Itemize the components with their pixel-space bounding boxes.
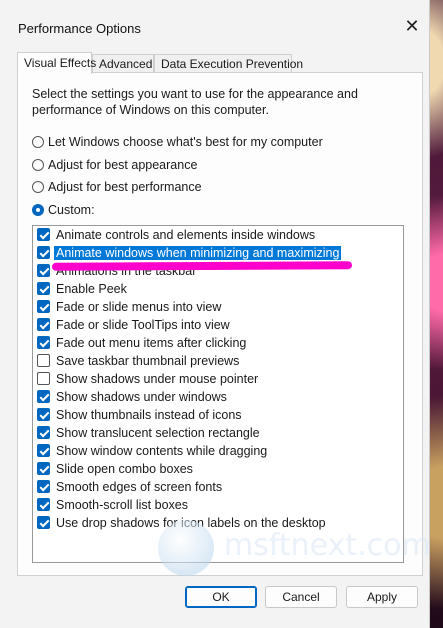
radio-best-performance[interactable]: Adjust for best performance — [32, 178, 202, 196]
radio-button[interactable] — [32, 204, 44, 216]
checkbox[interactable] — [37, 282, 50, 295]
checkbox[interactable] — [37, 318, 50, 331]
description-text: Select the settings you want to use for … — [32, 87, 358, 117]
list-item-label: Show window contents while dragging — [56, 444, 268, 458]
radio-best-appearance[interactable]: Adjust for best appearance — [32, 156, 197, 174]
checkbox[interactable] — [37, 498, 50, 511]
tab-advanced[interactable]: Advanced — [92, 54, 154, 72]
list-item[interactable]: Animate controls and elements inside win… — [37, 226, 315, 244]
tab-visual-effects[interactable]: Visual Effects — [17, 52, 96, 74]
list-item-label: Animate controls and elements inside win… — [56, 228, 316, 242]
radio-button[interactable] — [32, 159, 44, 171]
list-item[interactable]: Smooth-scroll list boxes — [37, 496, 188, 514]
checkbox[interactable] — [37, 480, 50, 493]
list-item[interactable]: Slide open combo boxes — [37, 460, 193, 478]
checkbox[interactable] — [37, 228, 50, 241]
list-item[interactable]: Show translucent selection rectangle — [37, 424, 260, 442]
checkbox[interactable] — [37, 462, 50, 475]
cancel-button[interactable]: Cancel — [265, 586, 337, 608]
radio-button[interactable] — [32, 136, 44, 148]
list-item[interactable]: Show shadows under windows — [37, 388, 227, 406]
list-item[interactable]: Save taskbar thumbnail previews — [37, 352, 239, 370]
list-item-label: Enable Peek — [56, 282, 127, 296]
watermark-logo-icon — [158, 520, 214, 576]
radio-label: Custom: — [48, 203, 95, 217]
window-title: Performance Options — [18, 21, 141, 36]
checkbox[interactable] — [37, 408, 50, 421]
list-item[interactable]: Fade or slide menus into view — [37, 298, 221, 316]
checkbox[interactable] — [37, 390, 50, 403]
list-item-label: Smooth-scroll list boxes — [56, 498, 188, 512]
list-item-label: Smooth edges of screen fonts — [56, 480, 223, 494]
list-item[interactable]: Smooth edges of screen fonts — [37, 478, 222, 496]
checkbox[interactable] — [37, 300, 50, 313]
ok-button[interactable]: OK — [185, 586, 257, 608]
apply-button[interactable]: Apply — [346, 586, 418, 608]
performance-options-dialog: Performance Options ✕ Visual Effects Adv… — [0, 0, 431, 628]
radio-let-windows-choose[interactable]: Let Windows choose what's best for my co… — [32, 133, 323, 151]
checkbox[interactable] — [37, 354, 50, 367]
list-item-label: Animate windows when minimizing and maxi… — [54, 246, 342, 260]
checkbox[interactable] — [37, 426, 50, 439]
list-item[interactable]: Enable Peek — [37, 280, 127, 298]
radio-custom[interactable]: Custom: — [32, 201, 95, 219]
checkbox[interactable] — [37, 372, 50, 385]
list-item[interactable]: Show thumbnails instead of icons — [37, 406, 242, 424]
checkbox[interactable] — [37, 264, 50, 277]
list-item[interactable]: Show shadows under mouse pointer — [37, 370, 258, 388]
watermark-text: msftnext.com — [224, 528, 431, 563]
list-item[interactable]: Fade or slide ToolTips into view — [37, 316, 230, 334]
highlight-marker-stroke — [51, 261, 353, 271]
checkbox[interactable] — [37, 516, 50, 529]
list-item-label: Show thumbnails instead of icons — [56, 408, 242, 422]
list-item-selected[interactable]: Animate windows when minimizing and maxi… — [37, 244, 342, 262]
radio-button[interactable] — [32, 181, 44, 193]
radio-label: Adjust for best appearance — [48, 158, 198, 172]
tab-data-execution-prevention[interactable]: Data Execution Prevention — [154, 54, 303, 72]
list-item-label: Slide open combo boxes — [56, 462, 193, 476]
radio-label: Adjust for best performance — [48, 180, 202, 194]
list-item[interactable]: Show window contents while dragging — [37, 442, 267, 460]
list-item-label: Fade or slide ToolTips into view — [56, 318, 230, 332]
list-item[interactable]: Fade out menu items after clicking — [37, 334, 246, 352]
checkbox[interactable] — [37, 444, 50, 457]
visual-effects-list[interactable]: Animate controls and elements inside win… — [32, 225, 404, 563]
close-icon[interactable]: ✕ — [398, 14, 426, 38]
list-item-label: Fade or slide menus into view — [56, 300, 222, 314]
list-item-label: Show translucent selection rectangle — [56, 426, 260, 440]
list-item-label: Save taskbar thumbnail previews — [56, 354, 240, 368]
checkbox[interactable] — [37, 336, 50, 349]
radio-label: Let Windows choose what's best for my co… — [48, 135, 323, 149]
title-bar: Performance Options ✕ — [0, 0, 430, 40]
checkbox[interactable] — [37, 246, 50, 259]
list-item-label: Show shadows under windows — [56, 390, 227, 404]
list-item-label: Show shadows under mouse pointer — [56, 372, 259, 386]
list-item-label: Fade out menu items after clicking — [56, 336, 247, 350]
